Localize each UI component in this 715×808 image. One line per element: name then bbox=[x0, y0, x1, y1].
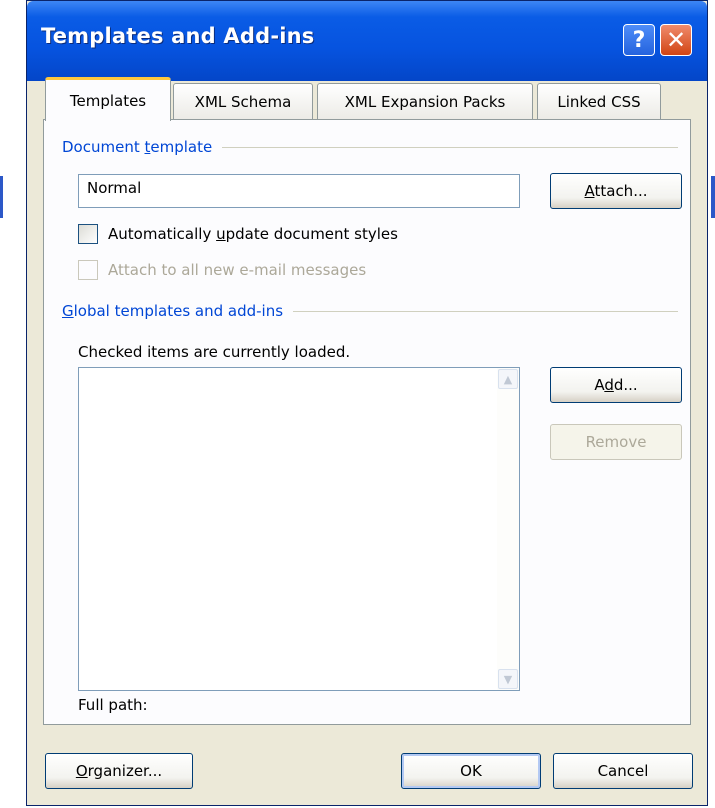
tab-label: XML Schema bbox=[194, 92, 292, 111]
tab-linked-css[interactable]: Linked CSS bbox=[537, 83, 661, 119]
templates-tab-panel: Document template Normal Attach... Autom… bbox=[43, 119, 691, 725]
tab-label: Templates bbox=[69, 91, 147, 110]
loaded-note: Checked items are currently loaded. bbox=[78, 343, 351, 361]
remove-button-label: Remove bbox=[585, 433, 647, 451]
title-bar[interactable]: Templates and Add-ins ? ✕ bbox=[27, 1, 707, 81]
background-window-edge-left bbox=[0, 176, 3, 218]
dialog-title: Templates and Add-ins bbox=[41, 24, 315, 48]
global-templates-list[interactable]: ▲ ▼ bbox=[78, 367, 520, 691]
attach-button-label: Attach... bbox=[584, 182, 648, 200]
remove-button[interactable]: Remove bbox=[550, 424, 682, 460]
attach-email-row: Attach to all new e-mail messages bbox=[78, 260, 366, 280]
help-icon: ? bbox=[632, 27, 646, 53]
attach-email-checkbox[interactable] bbox=[78, 260, 98, 280]
tab-xml-schema[interactable]: XML Schema bbox=[173, 83, 313, 119]
scroll-down-icon[interactable]: ▼ bbox=[498, 669, 518, 689]
attach-email-label: Attach to all new e-mail messages bbox=[108, 261, 367, 279]
add-button[interactable]: Add... bbox=[550, 367, 682, 403]
auto-update-label[interactable]: Automatically update document styles bbox=[108, 225, 398, 243]
close-icon: ✕ bbox=[665, 26, 687, 54]
full-path-label: Full path: bbox=[78, 696, 148, 714]
group-divider bbox=[293, 310, 678, 312]
tab-xml-expansion-packs[interactable]: XML Expansion Packs bbox=[317, 83, 533, 119]
tab-templates[interactable]: Templates bbox=[45, 77, 171, 121]
organizer-button-label: Organizer... bbox=[75, 762, 163, 780]
scroll-up-icon[interactable]: ▲ bbox=[498, 369, 518, 389]
organizer-button[interactable]: Organizer... bbox=[45, 753, 193, 789]
global-templates-header: Global templates and add-ins bbox=[62, 302, 678, 320]
add-button-label: Add... bbox=[594, 376, 638, 394]
list-scrollbar[interactable]: ▲ ▼ bbox=[497, 368, 519, 690]
auto-update-checkbox[interactable] bbox=[78, 224, 98, 244]
document-template-label: Document template bbox=[62, 138, 213, 156]
tab-label: Linked CSS bbox=[557, 92, 641, 111]
ok-button[interactable]: OK bbox=[401, 753, 541, 789]
global-templates-label: Global templates and add-ins bbox=[62, 302, 284, 320]
help-button[interactable]: ? bbox=[623, 24, 655, 56]
cancel-button[interactable]: Cancel bbox=[553, 753, 693, 789]
cancel-button-label: Cancel bbox=[597, 762, 649, 780]
document-template-field[interactable]: Normal bbox=[78, 174, 520, 208]
close-button[interactable]: ✕ bbox=[660, 24, 692, 56]
document-template-header: Document template bbox=[62, 138, 678, 156]
auto-update-row: Automatically update document styles bbox=[78, 224, 398, 244]
templates-dialog: Templates and Add-ins ? ✕ Templates XML … bbox=[26, 0, 708, 806]
ok-button-label: OK bbox=[460, 762, 482, 780]
attach-button[interactable]: Attach... bbox=[550, 173, 682, 209]
tab-label: XML Expansion Packs bbox=[344, 92, 506, 111]
group-divider bbox=[222, 146, 678, 148]
background-window-edge-right bbox=[711, 176, 715, 218]
